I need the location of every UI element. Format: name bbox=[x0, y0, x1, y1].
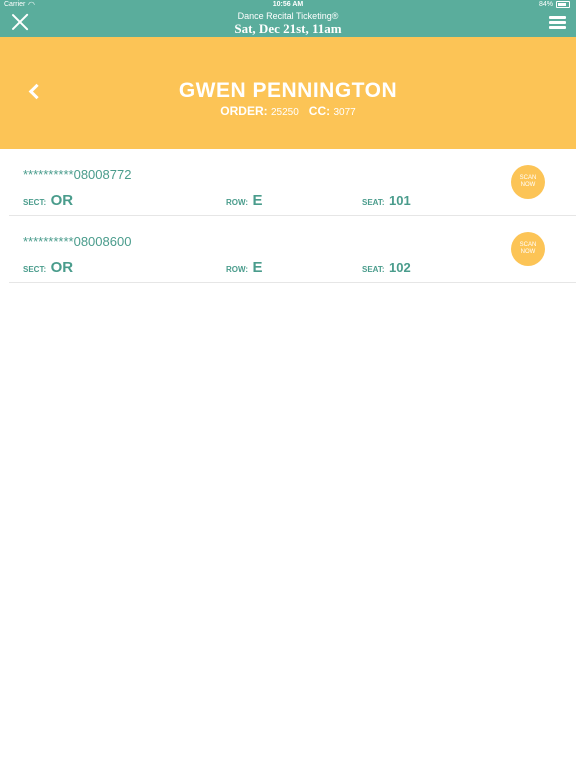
ticket-number: **********08008600 bbox=[23, 234, 132, 249]
battery-icon bbox=[556, 1, 570, 8]
scan-now-label: SCAN NOW bbox=[519, 175, 537, 188]
row-field: ROW: E bbox=[226, 192, 263, 210]
ticket-row[interactable]: **********08008772 SECT: OR ROW: E SEAT:… bbox=[9, 149, 576, 216]
cc-number: 3077 bbox=[333, 107, 356, 118]
menu-bar bbox=[549, 16, 566, 19]
scan-now-label: SCAN NOW bbox=[519, 242, 537, 255]
ticket-row[interactable]: **********08008600 SECT: OR ROW: E SEAT:… bbox=[9, 216, 576, 283]
row-value: E bbox=[252, 192, 263, 209]
event-date: Sat, Dec 21st, 11am bbox=[234, 21, 342, 36]
row-field: ROW: E bbox=[226, 259, 263, 277]
top-bar: Carrier ◠ 10:56 AM 84% Dance Recital Tic… bbox=[0, 0, 576, 37]
scan-now-button[interactable]: SCAN NOW bbox=[511, 232, 545, 266]
order-info: ORDER: 25250 CC: 3077 bbox=[0, 104, 576, 118]
status-time: 10:56 AM bbox=[272, 1, 304, 8]
seat-value: 102 bbox=[388, 260, 411, 275]
row-label: ROW: bbox=[226, 265, 249, 274]
ticket-number: **********08008772 bbox=[23, 167, 132, 182]
ticket-list: **********08008772 SECT: OR ROW: E SEAT:… bbox=[9, 149, 576, 283]
app-name: Dance Recital Ticketing® bbox=[237, 11, 339, 21]
section-value: OR bbox=[50, 259, 74, 276]
customer-banner: GWEN PENNINGTON ORDER: 25250 CC: 3077 bbox=[0, 37, 576, 149]
hamburger-menu-icon[interactable] bbox=[549, 16, 566, 30]
cc-label: CC: bbox=[308, 104, 331, 118]
section-value: OR bbox=[50, 192, 74, 209]
section-label: SECT: bbox=[23, 265, 47, 274]
battery-status: 84% bbox=[539, 1, 570, 8]
row-label: ROW: bbox=[226, 198, 249, 207]
seat-label: SEAT: bbox=[362, 198, 385, 207]
seat-label: SEAT: bbox=[362, 265, 385, 274]
order-number: 25250 bbox=[270, 107, 299, 118]
battery-percent: 84% bbox=[538, 1, 553, 8]
menu-bar bbox=[549, 26, 566, 29]
seat-field: SEAT: 102 bbox=[362, 259, 411, 277]
seat-field: SEAT: 101 bbox=[362, 192, 411, 210]
menu-bar bbox=[549, 21, 566, 24]
scan-now-button[interactable]: SCAN NOW bbox=[511, 165, 545, 199]
section-field: SECT: OR bbox=[23, 192, 73, 210]
order-label: ORDER: bbox=[220, 104, 268, 118]
section-label: SECT: bbox=[23, 198, 47, 207]
section-field: SECT: OR bbox=[23, 259, 73, 277]
seat-value: 101 bbox=[388, 193, 411, 208]
customer-name: GWEN PENNINGTON bbox=[178, 79, 398, 102]
row-value: E bbox=[252, 259, 263, 276]
